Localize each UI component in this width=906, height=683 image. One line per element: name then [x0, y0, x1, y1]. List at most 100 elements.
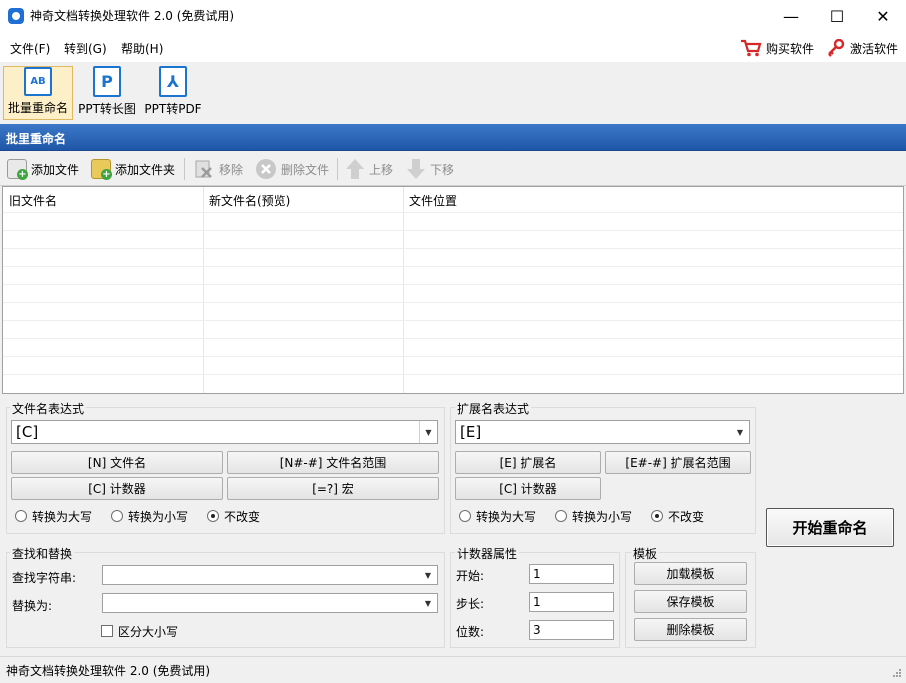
move-up-label: 上移: [369, 162, 394, 177]
ext-nochange-radio[interactable]: 不改变: [651, 508, 704, 524]
filename-expression-combo[interactable]: [C] ▼: [11, 420, 438, 444]
delete-template-button[interactable]: 删除模板: [634, 618, 747, 641]
add-folder-button[interactable]: + 添加文件夹: [91, 158, 175, 180]
tool-ppt-long-image-label: PPT转长图: [78, 102, 136, 116]
row-divider: [3, 230, 903, 231]
find-string-combo[interactable]: ▼: [102, 565, 438, 585]
chevron-down-icon[interactable]: ▼: [419, 566, 437, 584]
extension-expression-value: [E]: [460, 423, 482, 441]
menu-help[interactable]: 帮助(H): [121, 40, 163, 57]
column-divider: [403, 187, 404, 393]
activate-software-link[interactable]: 激活软件: [826, 37, 898, 59]
move-down-button[interactable]: 下移: [406, 158, 454, 180]
cart-icon: [740, 39, 762, 57]
remove-label: 移除: [219, 162, 244, 177]
add-file-label: 添加文件: [31, 162, 80, 177]
column-header-location[interactable]: 文件位置: [409, 192, 457, 209]
activate-software-label: 激活软件: [850, 41, 899, 56]
window-title: 神奇文档转换处理软件 2.0 (免费试用): [30, 9, 235, 23]
row-divider: [3, 302, 903, 303]
ext-lowercase-radio[interactable]: 转换为小写: [555, 508, 632, 524]
row-divider: [3, 374, 903, 375]
load-template-button[interactable]: 加载模板: [634, 562, 747, 585]
rename-icon: AB: [24, 67, 52, 96]
row-divider: [3, 248, 903, 249]
tool-ppt-long-image[interactable]: P PPT转长图: [75, 66, 139, 120]
file-table[interactable]: [2, 186, 904, 394]
chevron-down-icon[interactable]: ▼: [731, 421, 749, 443]
menu-file[interactable]: 文件(F): [10, 40, 50, 57]
start-rename-button[interactable]: 开始重命名: [766, 508, 894, 547]
delete-file-button[interactable]: 删除文件: [255, 158, 329, 180]
close-button[interactable]: ✕: [860, 0, 906, 32]
counter-step-label: 步长:: [456, 597, 485, 611]
counter-step-input[interactable]: 1: [529, 592, 614, 612]
arrow-up-icon: [345, 158, 365, 180]
replace-with-combo[interactable]: ▼: [102, 593, 438, 613]
filename-expression-value: [C]: [16, 423, 39, 441]
radio-circle-selected: [651, 510, 663, 522]
header-divider: [3, 212, 903, 213]
ppt-long-image-icon: P: [93, 66, 121, 97]
counter-start-label: 开始:: [456, 569, 485, 583]
row-divider: [3, 320, 903, 321]
remove-button[interactable]: 移除: [193, 158, 243, 180]
insert-macro-button[interactable]: [=?] 宏: [227, 477, 439, 500]
status-bar: 神奇文档转换处理软件 2.0 (免费试用): [0, 656, 906, 683]
save-template-button[interactable]: 保存模板: [634, 590, 747, 613]
extension-expression-label: 扩展名表达式: [455, 400, 532, 417]
insert-filename-range-button[interactable]: [N#-#] 文件名范围: [227, 451, 439, 474]
radio-label: 转换为小写: [572, 509, 633, 524]
buy-software-link[interactable]: 购买软件: [740, 37, 814, 59]
delete-file-label: 删除文件: [281, 162, 330, 177]
resize-grip-icon[interactable]: [890, 668, 902, 680]
extension-expression-combo[interactable]: [E] ▼: [455, 420, 750, 444]
tool-batch-rename-label: 批量重命名: [7, 101, 68, 115]
column-divider: [203, 187, 204, 393]
move-up-button[interactable]: 上移: [345, 158, 393, 180]
tool-ppt-pdf[interactable]: ⅄ PPT转PDF: [142, 66, 204, 120]
insert-extension-range-button[interactable]: [E#-#] 扩展名范围: [605, 451, 751, 474]
radio-label: 转换为小写: [128, 509, 189, 524]
find-string-label: 查找字符串:: [12, 571, 77, 585]
ext-uppercase-radio[interactable]: 转换为大写: [459, 508, 536, 524]
row-divider: [3, 266, 903, 267]
filename-lowercase-radio[interactable]: 转换为小写: [111, 508, 188, 524]
radio-circle: [15, 510, 27, 522]
move-down-label: 下移: [430, 162, 455, 177]
arrow-down-icon: [406, 158, 426, 180]
case-sensitive-checkbox[interactable]: 区分大小写: [101, 623, 178, 639]
chevron-down-icon[interactable]: ▼: [419, 421, 437, 443]
chevron-down-icon[interactable]: ▼: [419, 594, 437, 612]
case-sensitive-label: 区分大小写: [118, 624, 179, 639]
insert-extension-button[interactable]: [E] 扩展名: [455, 451, 601, 474]
radio-circle: [111, 510, 123, 522]
radio-label: 不改变: [224, 509, 261, 524]
tool-batch-rename[interactable]: AB 批量重命名: [3, 66, 73, 120]
insert-ext-counter-button[interactable]: [C] 计数器: [455, 477, 601, 500]
filename-nochange-radio[interactable]: 不改变: [207, 508, 260, 524]
counter-digits-input[interactable]: 3: [529, 620, 614, 640]
maximize-button[interactable]: ☐: [814, 0, 860, 32]
minimize-button[interactable]: —: [768, 0, 814, 32]
row-divider: [3, 356, 903, 357]
insert-counter-button[interactable]: [C] 计数器: [11, 477, 223, 500]
column-header-new-name[interactable]: 新文件名(预览): [209, 192, 290, 209]
toolbar-separator: [337, 158, 338, 180]
add-file-button[interactable]: + 添加文件: [7, 158, 79, 180]
find-replace-label: 查找和替换: [10, 545, 75, 562]
menu-goto[interactable]: 转到(G): [64, 40, 107, 57]
column-header-old-name[interactable]: 旧文件名: [9, 192, 57, 209]
app-icon: [8, 8, 24, 24]
add-folder-icon: +: [91, 159, 112, 180]
insert-filename-button[interactable]: [N] 文件名: [11, 451, 223, 474]
buy-software-label: 购买软件: [766, 41, 815, 56]
counter-start-input[interactable]: 1: [529, 564, 614, 584]
filename-uppercase-radio[interactable]: 转换为大写: [15, 508, 92, 524]
radio-circle: [459, 510, 471, 522]
key-icon: [826, 38, 846, 57]
remove-icon: [193, 159, 215, 179]
row-divider: [3, 284, 903, 285]
counter-properties-label: 计数器属性: [455, 545, 520, 562]
toolbar-separator: [184, 158, 185, 180]
